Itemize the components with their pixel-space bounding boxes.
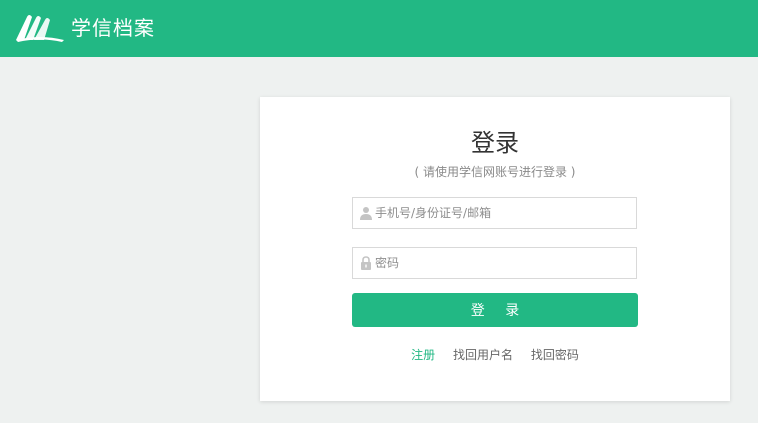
user-icon — [360, 207, 372, 220]
lock-icon — [361, 256, 371, 270]
username-field[interactable] — [352, 197, 637, 229]
find-username-link[interactable]: 找回用户名 — [453, 348, 513, 362]
login-title: 登录 — [471, 129, 519, 157]
login-subtitle: ( 请使用学信网账号进行登录 ) — [414, 165, 576, 179]
top-header: 学信档案 — [0, 0, 758, 57]
find-password-link[interactable]: 找回密码 — [531, 348, 579, 362]
password-input[interactable] — [375, 248, 633, 278]
login-button[interactable]: 登 录 — [352, 293, 638, 327]
brand-name: 学信档案 — [71, 16, 155, 40]
login-card: 登录 ( 请使用学信网账号进行登录 ) 登 录 注册 找回用户名 找回密码 — [260, 97, 730, 401]
password-field[interactable] — [352, 247, 637, 279]
username-input[interactable] — [375, 198, 633, 228]
book-pages-icon — [16, 15, 64, 42]
auth-links: 注册 找回用户名 找回密码 — [260, 347, 730, 363]
register-link[interactable]: 注册 — [411, 348, 435, 362]
